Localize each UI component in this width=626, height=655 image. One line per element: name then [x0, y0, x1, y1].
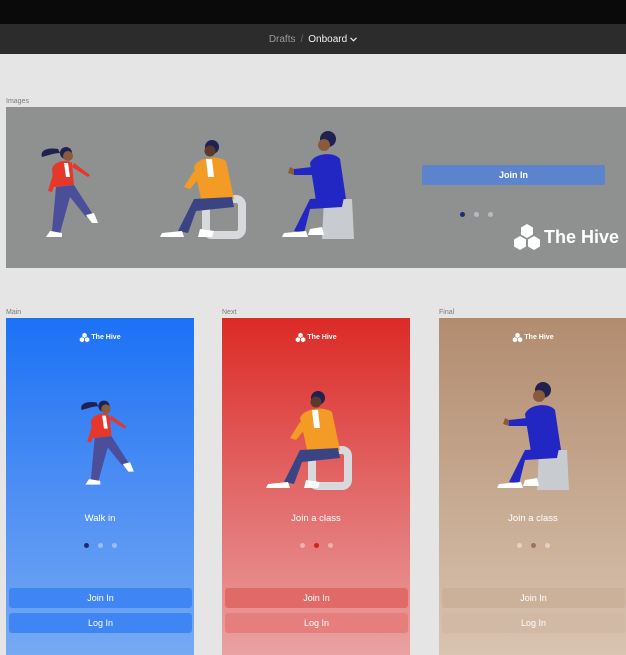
- hexagon-cluster-icon: [296, 332, 306, 343]
- pagination-dots: [222, 543, 410, 548]
- the-hive-logo: The Hive: [439, 332, 626, 343]
- frame-label-images[interactable]: Images: [6, 98, 29, 105]
- file-name: Onboard: [308, 33, 348, 45]
- dot[interactable]: [299, 543, 305, 548]
- logo-text: The Hive: [524, 334, 554, 341]
- pagination-dots: [439, 543, 626, 548]
- dot[interactable]: [544, 543, 550, 548]
- sitting-person-orange-illustration: [160, 140, 246, 239]
- window-top-strip: [0, 0, 626, 24]
- title-bar: Drafts / Onboard: [0, 24, 626, 54]
- join-in-button[interactable]: Join In: [225, 588, 408, 608]
- sitting-person-blue-illustration: [497, 382, 569, 490]
- pagination-dots: [460, 212, 493, 217]
- dot[interactable]: [474, 212, 479, 217]
- sitting-person-orange-illustration: [266, 391, 352, 490]
- walking-person-illustration: [41, 147, 98, 237]
- breadcrumb-parent[interactable]: Drafts: [269, 34, 296, 45]
- chevron-down-icon[interactable]: [350, 35, 358, 44]
- onboarding-caption: Join a class: [508, 513, 558, 524]
- logo-text: The Hive: [91, 334, 121, 341]
- breadcrumb-separator: /: [300, 33, 304, 45]
- log-in-button[interactable]: Log In: [9, 613, 192, 633]
- pagination-dots: [6, 543, 194, 548]
- dot[interactable]: [516, 543, 522, 548]
- frame-label-final[interactable]: Final: [439, 309, 454, 316]
- hexagon-cluster-icon: [80, 332, 90, 343]
- log-in-button[interactable]: Log In: [442, 613, 625, 633]
- phone-frame-final[interactable]: The Hive Join a class Join In Log In: [439, 318, 626, 655]
- phone-frame-next[interactable]: The Hive Join a class Join In Log In: [222, 318, 410, 655]
- the-hive-logo: The Hive: [222, 332, 410, 343]
- dot[interactable]: [97, 543, 103, 548]
- phone-frame-main[interactable]: The Hive Walk in Join In Log In: [6, 318, 194, 655]
- dot-active[interactable]: [83, 543, 89, 548]
- join-in-button[interactable]: Join In: [442, 588, 625, 608]
- log-in-button[interactable]: Log In: [225, 613, 408, 633]
- sitting-person-blue-illustration: [282, 131, 354, 239]
- hexagon-cluster-icon: [513, 332, 523, 343]
- onboarding-caption: Join a class: [291, 513, 341, 524]
- frame-label-next[interactable]: Next: [222, 309, 236, 316]
- logo-text: The Hive: [544, 226, 620, 247]
- images-frame[interactable]: Join In The Hive: [6, 107, 626, 268]
- dot-active[interactable]: [460, 212, 465, 217]
- logo-text: The Hive: [307, 334, 337, 341]
- dot[interactable]: [488, 212, 493, 217]
- hexagon-cluster-icon: [514, 224, 540, 250]
- breadcrumb-current-file[interactable]: Onboard: [308, 33, 358, 45]
- dot[interactable]: [111, 543, 117, 548]
- the-hive-logo: The Hive: [512, 222, 619, 252]
- walking-person-illustration: [81, 400, 134, 485]
- dot-active[interactable]: [530, 543, 536, 548]
- onboarding-caption: Walk in: [84, 513, 116, 524]
- dot[interactable]: [327, 543, 333, 548]
- join-in-button[interactable]: Join In: [9, 588, 192, 608]
- join-in-button[interactable]: Join In: [422, 165, 605, 185]
- dot-active[interactable]: [313, 543, 319, 548]
- frame-label-main[interactable]: Main: [6, 309, 21, 316]
- the-hive-logo: The Hive: [6, 332, 194, 343]
